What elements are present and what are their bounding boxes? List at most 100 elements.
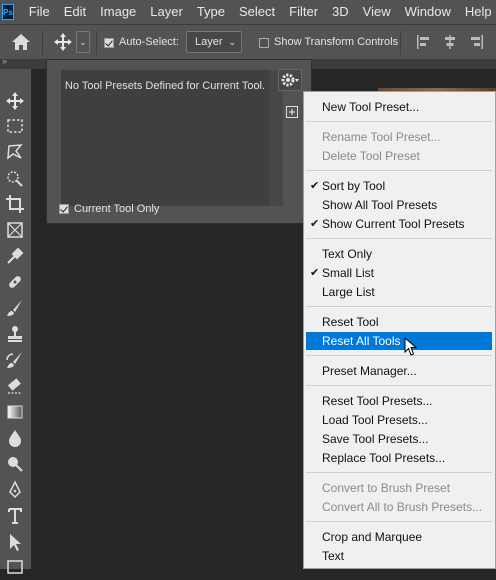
separator [96,31,97,55]
menu-item-load-tool-presets[interactable]: Load Tool Presets... [306,411,492,429]
align-left-icon[interactable] [416,34,432,50]
rectangle-tool-icon[interactable] [5,557,25,577]
menu-item-convert-all-to-brush-presets: Convert All to Brush Presets... [306,498,492,516]
menu-separator [306,121,492,122]
path-selection-icon[interactable] [5,532,25,552]
menu-layer[interactable]: Layer [143,0,190,24]
clone-stamp-icon[interactable] [5,324,25,344]
eraser-tool-icon[interactable] [5,376,25,396]
mouse-cursor-icon [404,336,418,357]
menu-item-label: Large List [322,285,375,299]
rectangular-marquee-icon[interactable] [5,116,25,136]
menu-item-reset-tool-presets[interactable]: Reset Tool Presets... [306,392,492,410]
menu-item-delete-tool-preset: Delete Tool Preset [306,147,492,165]
pen-tool-icon[interactable] [5,480,25,500]
menu-item-label: Convert to Brush Preset [322,481,451,495]
checkmark-icon: ✔ [310,180,320,192]
current-tool-only-label: Current Tool Only [74,203,160,215]
move-tool-icon[interactable] [5,91,25,111]
menu-item-preset-manager[interactable]: Preset Manager... [306,362,492,380]
healing-brush-icon[interactable] [5,272,25,292]
menu-select[interactable]: Select [232,0,282,24]
menu-item-new-tool-preset[interactable]: New Tool Preset... [306,98,492,116]
menu-window[interactable]: Window [398,0,458,24]
menu-separator [306,238,492,239]
menu-3d[interactable]: 3D [325,0,356,24]
menu-item-label: Load Tool Presets... [322,413,428,427]
separator [42,31,43,55]
menu-item-label: Text [322,549,345,563]
menu-item-label: Reset Tool Presets... [322,394,433,408]
show-transform-controls-checkbox[interactable] [259,37,269,51]
history-brush-icon[interactable] [5,350,25,370]
checkmark-icon: ✔ [310,218,320,230]
menu-item-label: Crop and Marquee [322,530,423,544]
menu-item-text-only[interactable]: Text Only [306,245,492,263]
quick-selection-icon[interactable] [5,168,25,188]
align-right-icon[interactable] [468,34,484,50]
menu-item-label: Reset All Tools [322,334,401,348]
gradient-tool-icon[interactable] [5,402,25,422]
gear-icon [281,73,299,87]
menu-item-large-list[interactable]: Large List [306,283,492,301]
auto-select-checkbox[interactable] [104,37,114,51]
menu-separator [306,385,492,386]
layer-select-value: Layer [195,36,223,48]
move-tool-icon[interactable] [52,31,74,53]
menu-item-label: New Tool Preset... [322,100,420,114]
menu-item-label: Rename Tool Preset... [322,130,441,144]
menu-item-convert-to-brush-preset: Convert to Brush Preset [306,479,492,497]
menu-item-replace-tool-presets[interactable]: Replace Tool Presets... [306,449,492,467]
type-tool-icon[interactable] [5,506,25,526]
create-new-preset-icon[interactable] [286,106,298,118]
menu-item-text[interactable]: Text [306,547,492,565]
menu-separator [306,521,492,522]
presets-menu-button[interactable] [278,69,302,91]
menu-view[interactable]: View [356,0,398,24]
menu-item-save-tool-presets[interactable]: Save Tool Presets... [306,430,492,448]
blur-tool-icon[interactable] [5,428,25,448]
lasso-tool-icon[interactable] [5,142,25,162]
menu-file[interactable]: File [22,0,57,24]
menu-item-small-list[interactable]: ✔ Small List [306,264,492,282]
menu-filter[interactable]: Filter [282,0,325,24]
menu-item-label: Sort by Tool [322,179,386,193]
menu-type[interactable]: Type [190,0,232,24]
align-horizontal-center-icon[interactable] [442,34,458,50]
menu-item-show-all-tool-presets[interactable]: Show All Tool Presets [306,196,492,214]
menu-item-label: Small List [322,266,375,280]
options-bar: ⌄ Auto-Select: Layer ⌄ Show Transform Co… [0,24,496,59]
menu-item-reset-all-tools[interactable]: Reset All Tools [306,332,492,350]
eyedropper-icon[interactable] [5,246,25,266]
tool-preset-picker-button[interactable]: ⌄ [76,31,90,53]
menu-item-crop-and-marquee[interactable]: Crop and Marquee [306,528,492,546]
menu-item-label: Reset Tool [322,315,379,329]
show-transform-controls-label: Show Transform Controls [274,36,399,48]
menu-help[interactable]: Help [458,0,496,24]
home-icon[interactable] [10,33,32,51]
auto-select-target-dropdown[interactable]: Layer ⌄ [186,31,242,53]
menu-bar: Ps File Edit Image Layer Type Select Filter 3D V… [0,0,496,24]
menu-separator [306,472,492,473]
menu-item-sort-by-tool[interactable]: ✔ Sort by Tool [306,177,492,195]
menu-image[interactable]: Image [93,0,143,24]
frame-tool-icon[interactable] [5,220,25,240]
dodge-tool-icon[interactable] [5,454,25,474]
menu-item-label: Delete Tool Preset [322,149,420,163]
menu-item-label: Convert All to Brush Presets... [322,500,483,514]
collapse-panels-icon[interactable]: » [2,56,7,66]
crop-tool-icon[interactable] [5,194,25,214]
current-tool-only-checkbox[interactable]: Current Tool Only [59,203,159,215]
menu-separator [306,306,492,307]
tool-presets-context-menu: New Tool Preset... Rename Tool Preset... D… [303,91,496,569]
menu-item-rename-tool-preset: Rename Tool Preset... [306,128,492,146]
photoshop-logo: Ps [2,4,14,20]
menu-item-label: Replace Tool Presets... [322,451,446,465]
menu-item-label: Text Only [322,247,373,261]
menu-item-show-current-tool-presets[interactable]: ✔ Show Current Tool Presets [306,215,492,233]
menu-edit[interactable]: Edit [57,0,93,24]
menu-separator [306,170,492,171]
menu-item-reset-tool[interactable]: Reset Tool [306,313,492,331]
brush-tool-icon[interactable] [5,298,25,318]
auto-select-label: Auto-Select: [119,36,179,48]
